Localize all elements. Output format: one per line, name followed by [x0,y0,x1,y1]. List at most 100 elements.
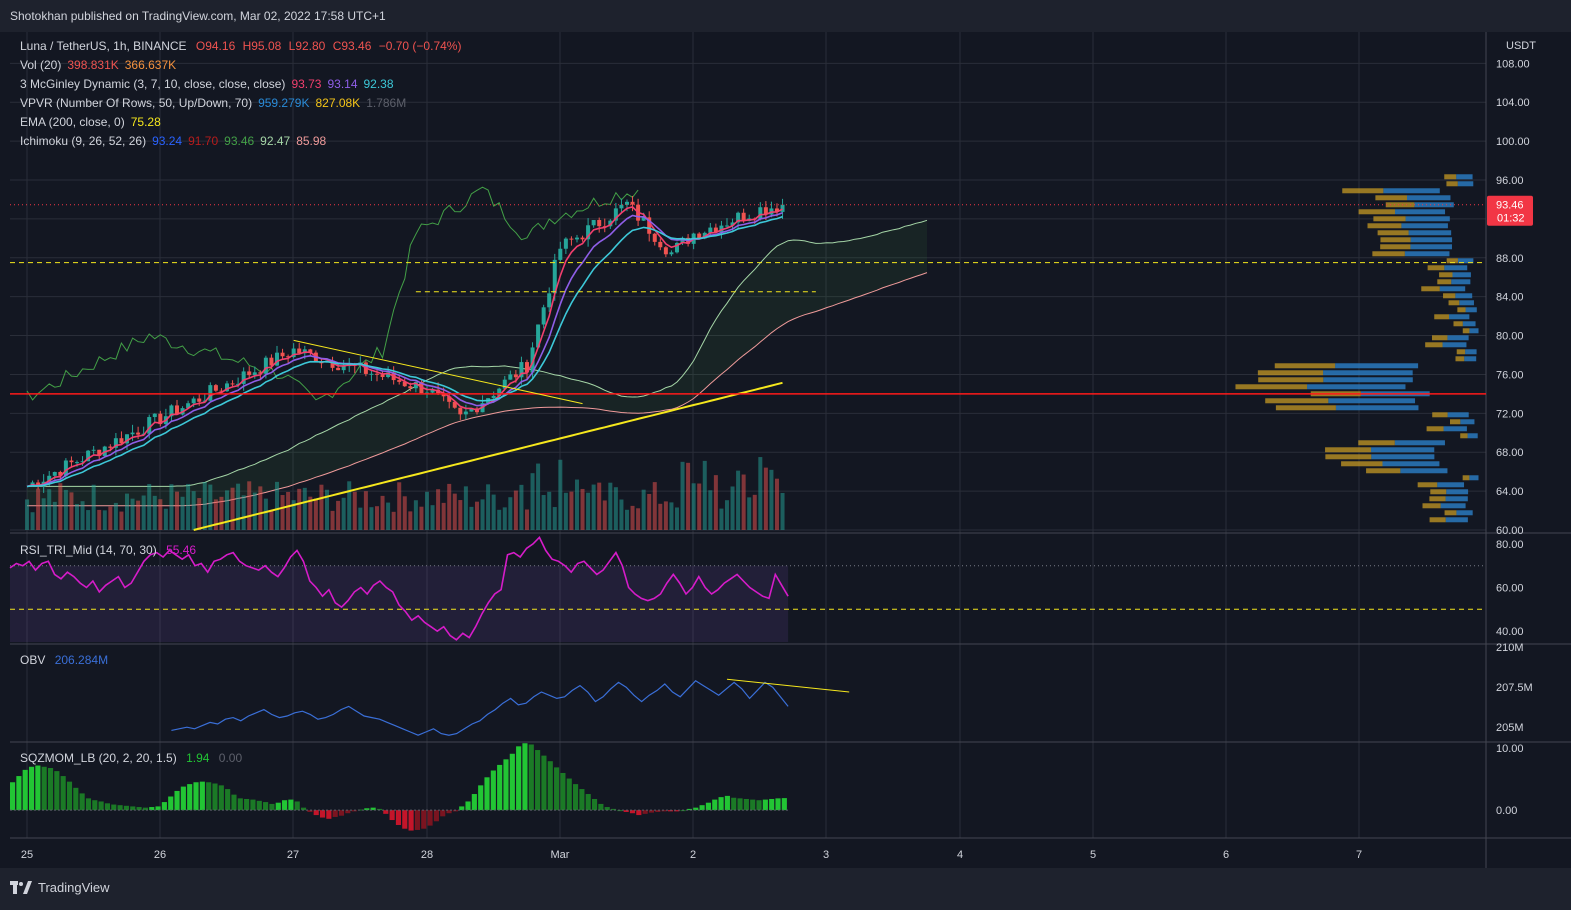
rsi-legend[interactable]: RSI_TRI_Mid (14, 70, 30) 55.46 [20,543,196,557]
volume-bar-56 [336,500,341,530]
vpvr-up-bar-17 [1328,398,1416,404]
time-tick-10: 7 [1356,849,1362,861]
indicator-value-0-1: 366.637K [124,58,177,72]
price-tick-8: 76.00 [1496,369,1524,381]
vpvr-down-bar-7 [1366,468,1401,474]
sqz-bar-35 [231,794,237,811]
sqz-bar-25 [168,796,174,811]
indicator-legend-1[interactable]: 3 McGinley Dynamic (3, 7, 10, close, clo… [20,77,394,91]
volume-bar-87 [508,497,513,530]
sqz-bar-93 [598,803,604,811]
sqz-bar-76 [490,770,496,811]
price-tick-0: 108.00 [1496,58,1530,70]
volume-bar-30 [191,491,196,530]
indicator-legend-0[interactable]: Vol (20) 398.831K 366.637K [20,58,176,72]
vpvr-down-bar-27 [1462,328,1470,334]
volume-bar-31 [197,498,202,530]
vpvr-up-bar-48 [1457,181,1474,187]
sqz-bar-77 [497,764,503,811]
volume-bar-106 [613,487,618,530]
sqz-bar-90 [579,789,585,811]
candle-body-78 [458,407,463,415]
volume-bar-12 [91,484,96,530]
volume-bar-132 [758,457,763,530]
vpvr-down-bar-34 [1437,279,1452,285]
sqz-bar-61 [395,810,402,825]
sqz-bar-18 [123,805,129,811]
volume-bar-80 [469,506,474,530]
volume-bar-77 [452,493,457,530]
volume-bar-32 [202,482,207,530]
volume-bar-53 [319,484,324,530]
sqz-bar-75 [484,777,490,811]
candle-body-93 [541,307,546,325]
vpvr-down-bar-21 [1257,370,1324,376]
vpvr-down-bar-6 [1462,475,1470,481]
volume-bar-35 [219,496,224,530]
sqz-bar-73 [471,794,477,811]
volume-bar-123 [708,490,713,530]
volume-bar-4 [47,489,52,530]
volume-bar-86 [502,507,507,530]
indicator-name-4: Ichimoku (9, 26, 52, 26) [20,134,147,148]
volume-bar-130 [747,497,752,530]
candle-body-94 [547,293,552,308]
candle-body-88 [513,374,518,378]
vpvr-down-bar-47 [1342,188,1384,194]
price-tick-2: 100.00 [1496,136,1530,148]
vpvr-up-bar-12 [1467,433,1478,439]
symbol-legend[interactable]: Luna / TetherUS, 1h, BINANCE O94.16 H95.… [20,39,461,53]
indicator-legend-2[interactable]: VPVR (Number Of Rows, 50, Up/Down, 70) 95… [20,96,406,110]
volume-bar-66 [391,511,396,530]
obv-legend[interactable]: OBV 206.284M [20,653,108,667]
ohlc-open: O94.16 [195,39,236,53]
vpvr-down-bar-5 [1417,482,1438,488]
vpvr-down-bar-49 [1444,174,1457,180]
sqz-title: SQZMOM_LB (20, 2, 20, 1.5) [20,751,177,765]
volume-bar-118 [680,461,685,530]
candle-body-15 [108,446,113,448]
sqz-bar-27 [180,786,186,811]
volume-bar-76 [447,483,452,530]
candle-body-41 [252,372,257,376]
time-tick-1: 26 [154,849,166,861]
sqz-value-2: 0.00 [218,751,243,765]
indicator-legend-3[interactable]: EMA (200, close, 0) 75.28 [20,115,161,129]
volume-bar-71 [419,506,424,530]
volume-bar-84 [491,494,496,530]
volume-bar-26 [169,484,174,530]
indicator-value-0-0: 398.831K [67,58,119,72]
volume-bar-11 [86,510,91,530]
rsi-tick-0: 80.00 [1496,539,1524,551]
vpvr-up-bar-25 [1442,342,1467,348]
vpvr-up-bar-35 [1452,272,1471,278]
vpvr-up-bar-21 [1323,370,1413,376]
indicator-legend-4[interactable]: Ichimoku (9, 26, 52, 26) 93.24 91.70 93.46 9… [20,134,326,148]
sqz-legend[interactable]: SQZMOM_LB (20, 2, 20, 1.5) 1.94 0.00 [20,751,242,765]
volume-bar-60 [358,507,363,530]
vpvr-up-bar-42 [1401,223,1448,229]
vpvr-down-bar-36 [1427,265,1445,271]
candle-body-40 [247,371,252,376]
candle-body-100 [580,237,585,240]
volume-bar-105 [608,482,613,530]
indicator-value-4-4: 85.98 [296,134,327,148]
sqz-tick-1: 0.00 [1496,805,1517,817]
volume-bar-100 [580,488,585,530]
volume-bar-74 [436,489,441,530]
candle-body-97 [563,238,568,249]
volume-bar-49 [297,488,302,530]
tradingview-logo[interactable]: TradingView [10,880,110,895]
rsi-tick-2: 40.00 [1496,626,1524,638]
volume-bar-44 [269,510,274,530]
vpvr-up-bar-41 [1408,230,1452,236]
indicator-value-1-2: 92.38 [363,77,394,91]
volume-bar-102 [591,484,596,530]
candle-body-84 [491,395,496,399]
indicator-value-4-1: 91.70 [188,134,219,148]
candle-body-23 [152,413,157,418]
volume-bar-112 [647,493,652,530]
vpvr-up-bar-15 [1447,412,1469,418]
bottom-bar [0,868,1571,910]
candle-body-136 [780,204,785,212]
